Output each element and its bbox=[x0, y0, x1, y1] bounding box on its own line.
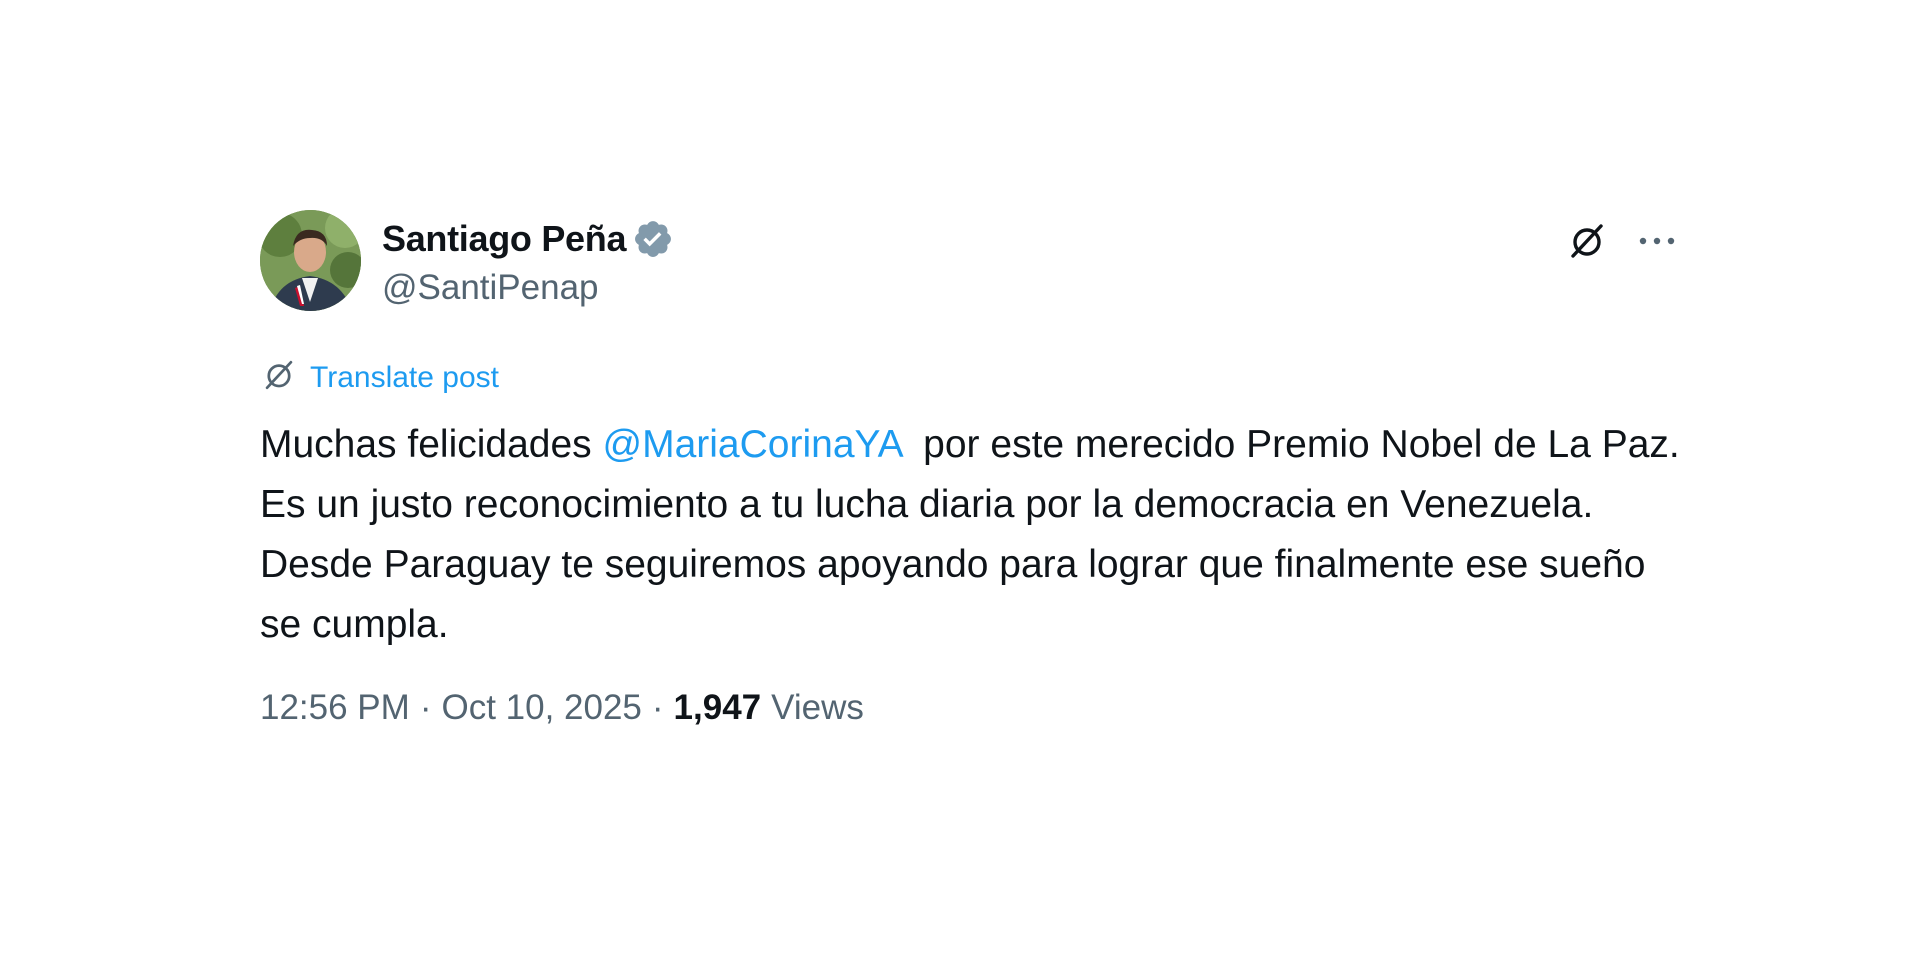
post-text-before: Muchas felicidades bbox=[260, 423, 603, 466]
translate-post-button[interactable]: Translate post bbox=[262, 358, 499, 397]
meta-separator: · bbox=[651, 688, 664, 727]
views-count: 1,947 bbox=[673, 688, 762, 727]
grok-icon[interactable] bbox=[1564, 218, 1610, 264]
meta-separator: · bbox=[419, 688, 432, 727]
display-name[interactable]: Santiago Peña bbox=[382, 218, 626, 260]
verified-badge-icon[interactable] bbox=[632, 218, 674, 260]
mention-link[interactable]: @MariaCorinaYA bbox=[603, 423, 902, 466]
top-actions bbox=[1564, 218, 1680, 264]
translate-label: Translate post bbox=[310, 360, 499, 394]
post-meta: 12:56 PM · Oct 10, 2025 · 1,947 Views bbox=[260, 688, 864, 728]
more-dots-icon[interactable] bbox=[1634, 218, 1680, 264]
views-label: Views bbox=[771, 688, 864, 727]
handle[interactable]: @SantiPenap bbox=[382, 268, 599, 308]
translate-icon bbox=[262, 358, 296, 397]
name-row: Santiago Peña bbox=[382, 218, 674, 260]
post-time[interactable]: 12:56 PM bbox=[260, 688, 410, 728]
post-date[interactable]: Oct 10, 2025 bbox=[441, 688, 641, 728]
post-text: Muchas felicidades @MariaCorinaYA por es… bbox=[260, 415, 1680, 655]
avatar[interactable] bbox=[260, 210, 361, 311]
